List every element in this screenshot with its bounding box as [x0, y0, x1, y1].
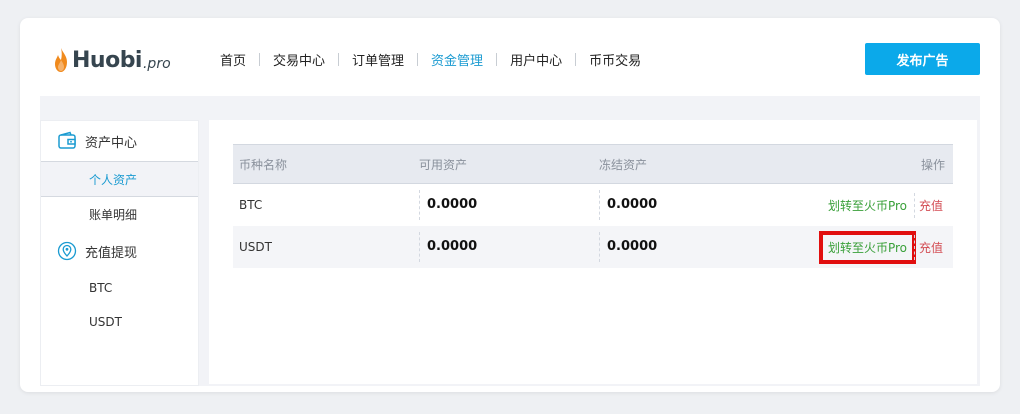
logo-suffix: .pro — [142, 55, 171, 72]
location-pin-icon — [57, 241, 77, 261]
sidebar: 资产中心 个人资产 账单明细 充值提现 BTC USDT — [40, 120, 199, 386]
sidebar-group-title: 充值提现 — [85, 245, 138, 261]
available-amount: 0.0000 — [419, 232, 587, 262]
column-header-available: 可用资产 — [413, 144, 593, 184]
nav-trade-center[interactable]: 交易中心 — [273, 50, 325, 69]
available-amount: 0.0000 — [419, 190, 587, 220]
table-row: USDT 0.0000 0.0000 划转至火币Pro 充值 — [233, 226, 953, 268]
transfer-to-pro-link[interactable]: 划转至火币Pro — [818, 230, 916, 264]
nav-divider — [575, 52, 577, 66]
coin-name: USDT — [233, 226, 413, 268]
column-header-frozen: 冻结资产 — [593, 144, 773, 184]
sidebar-group-asset-center: 资产中心 — [41, 121, 198, 161]
sidebar-item-usdt[interactable]: USDT — [41, 305, 198, 339]
nav-fund-management[interactable]: 资金管理 — [431, 50, 483, 69]
transfer-to-pro-link[interactable]: 划转至火币Pro — [823, 193, 912, 218]
coin-name: BTC — [239, 198, 263, 212]
sidebar-item-personal-assets[interactable]: 个人资产 — [41, 161, 198, 197]
nav-divider — [417, 52, 419, 66]
column-header-operations: 操作 — [773, 144, 953, 184]
nav-divider — [338, 52, 340, 66]
sidebar-group-title: 资产中心 — [85, 135, 138, 151]
table-header-row: 币种名称 可用资产 冻结资产 操作 — [233, 144, 953, 184]
nav-user-center[interactable]: 用户中心 — [510, 50, 562, 69]
page-card: Huobi .pro 首页 交易中心 订单管理 资金管理 用户中心 币币交易 发… — [20, 18, 1000, 392]
flame-logo-icon — [55, 48, 67, 72]
recharge-link[interactable]: 充值 — [913, 192, 947, 218]
sidebar-item-bill-details[interactable]: 账单明细 — [41, 197, 198, 231]
sidebar-item-btc[interactable]: BTC — [41, 271, 198, 305]
logo-text: Huobi — [72, 47, 142, 73]
nav-divider — [259, 52, 261, 66]
top-nav: 首页 交易中心 订单管理 资金管理 用户中心 币币交易 — [220, 48, 641, 70]
publish-ad-button[interactable]: 发布广告 — [865, 43, 980, 75]
table-row: BTC 0.0000 0.0000 划转至火币Pro 充值 — [233, 184, 953, 227]
row-actions: 划转至火币Pro 充值 — [773, 184, 953, 227]
nav-home[interactable]: 首页 — [220, 50, 246, 69]
nav-order-management[interactable]: 订单管理 — [352, 50, 404, 69]
sidebar-group-deposit-withdraw: 充值提现 — [41, 231, 198, 271]
wallet-icon — [58, 131, 76, 149]
huobi-logo[interactable]: Huobi .pro — [54, 42, 171, 78]
nav-divider — [496, 52, 498, 66]
frozen-amount: 0.0000 — [599, 190, 767, 220]
nav-coin-trading[interactable]: 币币交易 — [589, 50, 641, 69]
row-actions: 划转至火币Pro 充值 — [773, 226, 953, 268]
frozen-amount: 0.0000 — [599, 232, 767, 262]
assets-table: 币种名称 可用资产 冻结资产 操作 BTC 0.0000 0.0000 划转至火… — [233, 144, 953, 268]
main-panel: 币种名称 可用资产 冻结资产 操作 BTC 0.0000 0.0000 划转至火… — [209, 120, 977, 384]
column-header-coin: 币种名称 — [233, 144, 413, 184]
recharge-link[interactable]: 充值 — [913, 234, 947, 260]
